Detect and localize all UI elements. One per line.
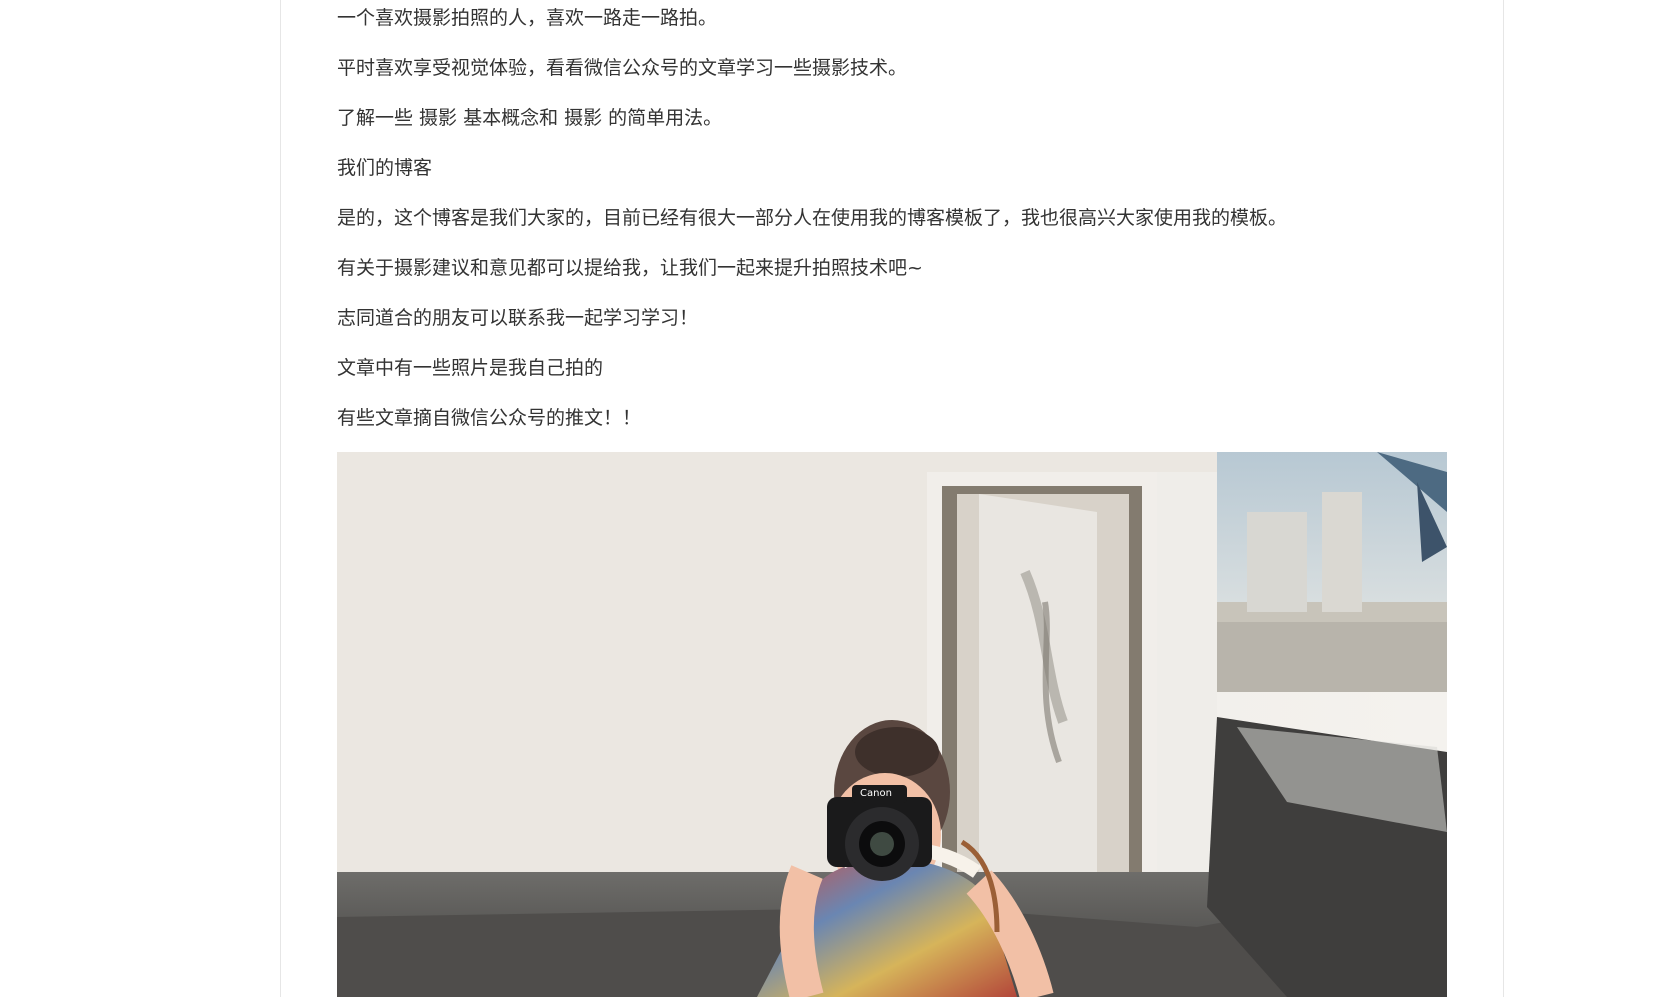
article-paragraph: 志同道合的朋友可以联系我一起学习学习！ [337,307,699,329]
article-section-label: 我们的博客 [337,157,433,179]
article-paragraph: 平时喜欢享受视觉体验，看看微信公众号的文章学习一些摄影技术。 [337,57,908,79]
photographer-photo: Canon [337,452,1447,997]
article-paragraph: 有关于摄影建议和意见都可以提给我，让我们一起来提升拍照技术吧~ [337,257,923,279]
article-photo: Canon [337,452,1447,997]
article-paragraph: 是的，这个博客是我们大家的，目前已经有很大一部分人在使用我的博客模板了，我也很高… [337,207,1288,229]
article-paragraph: 文章中有一些照片是我自己拍的 [337,357,604,379]
blog-page: 一个喜欢摄影拍照的人，喜欢一路走一路拍。 平时喜欢享受视觉体验，看看微信公众号的… [0,0,1665,997]
camera-brand: Canon [860,788,892,799]
article-paragraph: 了解一些 摄影 基本概念和 摄影 的简单用法。 [337,107,723,129]
article-paragraph: 一个喜欢摄影拍照的人，喜欢一路走一路拍。 [337,7,718,29]
article-paragraph: 有些文章摘自微信公众号的推文！！ [337,407,642,429]
